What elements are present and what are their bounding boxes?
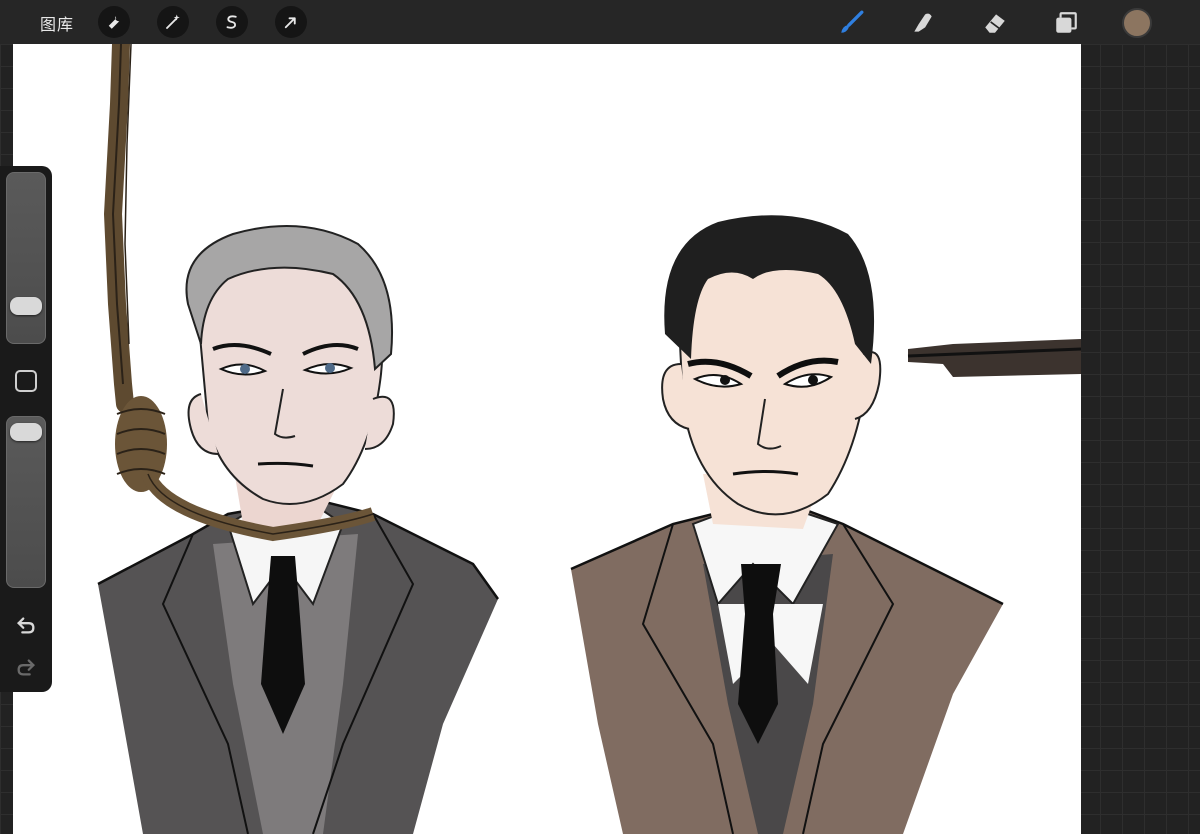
drawing-canvas[interactable] (13, 44, 1081, 834)
wrench-icon[interactable] (98, 6, 130, 38)
opacity-slider[interactable] (6, 416, 46, 588)
magic-wand-icon[interactable] (157, 6, 189, 38)
left-sidebar (0, 166, 52, 692)
artwork (97, 44, 1081, 834)
brush-icon[interactable] (836, 8, 866, 38)
layers-icon[interactable] (1051, 8, 1081, 38)
eraser-icon[interactable] (980, 8, 1010, 38)
modify-button[interactable] (15, 370, 37, 392)
gallery-button[interactable]: 图库 (40, 11, 74, 35)
arrow-cursor-icon[interactable] (275, 6, 307, 38)
undo-icon[interactable] (13, 612, 39, 638)
brush-size-slider[interactable] (6, 172, 46, 344)
redo-icon[interactable] (13, 654, 39, 680)
top-toolbar: 图库 (0, 0, 1200, 44)
brush-size-thumb[interactable] (10, 297, 42, 315)
opacity-thumb[interactable] (10, 423, 42, 441)
current-color-swatch[interactable] (1122, 8, 1152, 38)
smudge-finger-icon[interactable] (908, 8, 938, 38)
selection-s-icon[interactable] (216, 6, 248, 38)
